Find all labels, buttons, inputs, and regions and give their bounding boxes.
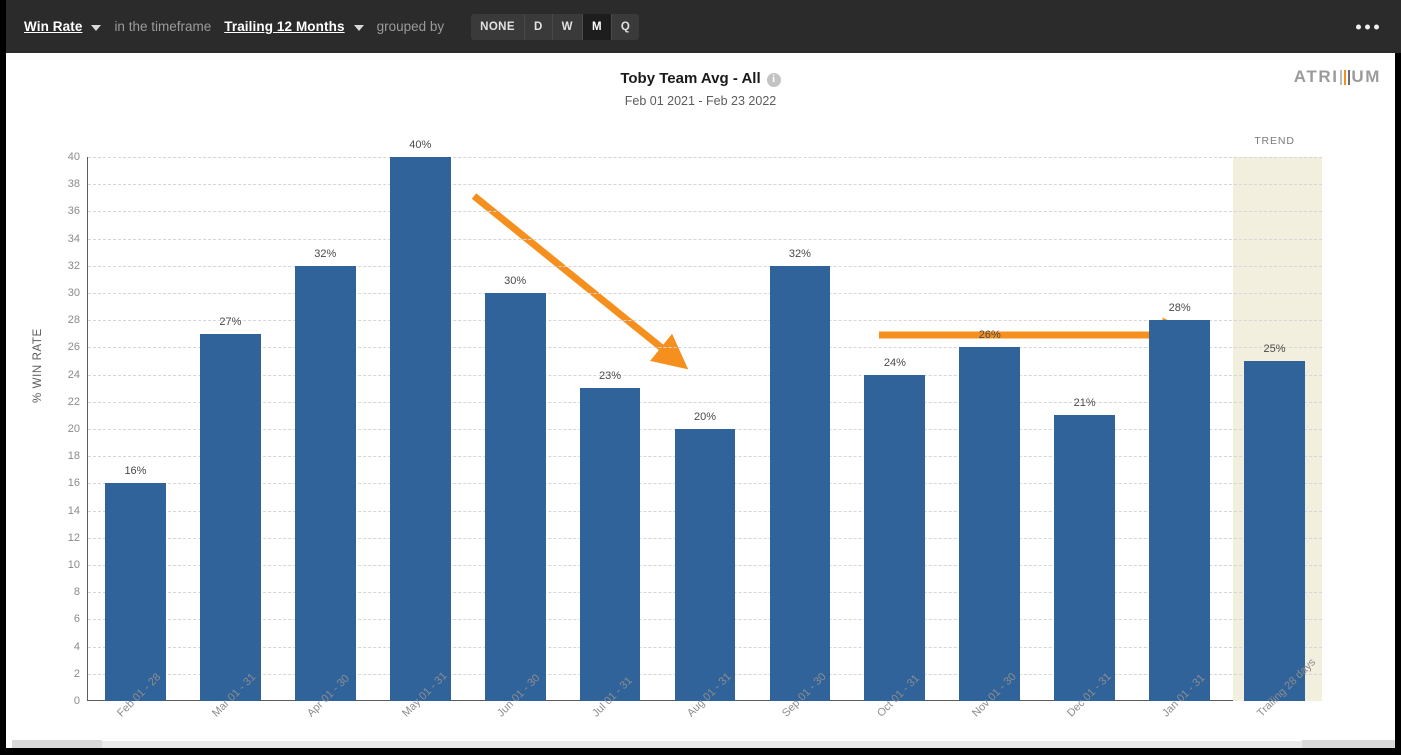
timeframe-dropdown-label[interactable]: Trailing 12 Months — [224, 19, 344, 34]
y-axis-tick-label: 38 — [67, 178, 80, 191]
logo-bars-icon — [1339, 69, 1351, 85]
chart-date-range: Feb 01 2021 - Feb 23 2022 — [624, 94, 777, 108]
group-by-segmented-control[interactable]: NONE D W M Q — [471, 13, 640, 40]
page-title: Toby Team Avg - All i — [6, 70, 1395, 87]
gridline — [88, 211, 1322, 213]
y-axis-tick-label: 36 — [67, 205, 80, 218]
y-axis-tick-label: 14 — [67, 504, 80, 517]
group-by-option-w[interactable]: W — [553, 13, 583, 40]
timeframe-chevron-down-icon[interactable] — [353, 24, 364, 31]
bar-value-label: 25% — [1263, 343, 1286, 355]
y-axis-tick-label: 32 — [67, 259, 80, 272]
query-toolbar: Win Rate in the timeframe Trailing 12 Mo… — [6, 0, 1401, 53]
bar[interactable] — [105, 483, 166, 701]
gridline — [88, 401, 1322, 403]
gridline — [88, 293, 1322, 294]
bar-value-label: 40% — [409, 139, 432, 151]
bar[interactable] — [864, 374, 926, 701]
bar[interactable] — [674, 429, 736, 701]
metric-dropdown-label[interactable]: Win Rate — [24, 19, 82, 34]
bar[interactable] — [389, 157, 451, 701]
y-axis-tick-label: 22 — [67, 395, 80, 408]
bar-value-label: 32% — [314, 247, 337, 260]
y-axis-tick-label: 6 — [73, 613, 80, 626]
timeframe-prefix-text: in the timeframe — [114, 19, 212, 34]
bar-value-label: 16% — [124, 465, 147, 478]
bar[interactable] — [294, 265, 356, 701]
bar[interactable] — [579, 388, 641, 701]
bar[interactable] — [959, 347, 1021, 701]
trend-region-label: TREND — [1254, 135, 1295, 147]
page-bottom-edge — [12, 740, 1395, 748]
gridline — [88, 374, 1322, 376]
bar-value-label: 30% — [504, 275, 527, 287]
group-by-option-d[interactable]: D — [525, 13, 553, 40]
group-by-option-m[interactable]: M — [582, 13, 612, 40]
y-axis-tick-label: 26 — [67, 341, 80, 354]
y-axis-tick-label: 20 — [67, 423, 80, 435]
bar-value-label: 26% — [978, 329, 1001, 342]
group-by-option-q[interactable]: Q — [612, 14, 639, 40]
y-axis-tick-label: 0 — [73, 695, 80, 707]
bar-value-label: 27% — [219, 315, 242, 328]
bar[interactable] — [200, 333, 261, 701]
gridline — [88, 265, 1322, 267]
bar[interactable] — [1054, 415, 1116, 701]
app-window: Win Rate in the timeframe Trailing 12 Mo… — [0, 0, 1401, 755]
grouped-by-text: grouped by — [376, 19, 445, 34]
bar-value-label: 32% — [788, 247, 811, 260]
gridline — [88, 238, 1322, 240]
y-axis-tick-label: 28 — [67, 314, 80, 327]
bar[interactable] — [1149, 320, 1210, 701]
y-axis-tick-label: 18 — [67, 450, 80, 463]
y-axis-title: % WIN RATE — [32, 328, 44, 403]
gridline — [88, 157, 1322, 158]
bar-value-label: 20% — [693, 411, 717, 423]
y-axis-tick-label: 10 — [67, 559, 80, 571]
overflow-menu-icon[interactable] — [1356, 24, 1379, 29]
gridline — [88, 184, 1322, 186]
y-axis-tick-label: 40 — [67, 151, 80, 163]
chart-title-text: Toby Team Avg - All — [620, 70, 761, 87]
bar[interactable] — [1244, 361, 1305, 701]
y-axis-tick-label: 16 — [67, 477, 80, 490]
atrium-logo: ATRI UM — [1294, 67, 1381, 87]
logo-text-left: ATRI — [1293, 67, 1339, 86]
bar-value-label: 24% — [883, 356, 906, 369]
gridline — [88, 320, 1322, 322]
y-axis-tick-label: 24 — [67, 368, 80, 381]
chart-panel: Toby Team Avg - All i Feb 01 2021 - Feb 2… — [6, 53, 1395, 748]
y-axis-tick-label: 30 — [67, 287, 80, 299]
bar[interactable] — [484, 293, 546, 701]
info-icon[interactable]: i — [766, 73, 781, 87]
group-by-option-none[interactable]: NONE — [471, 13, 525, 40]
y-axis-tick-label: 2 — [73, 667, 80, 680]
chart-plot-area: 0 2 4 6 8 10 12 14 16 18 20 22 24 26 28 30 32 34 36 38 40 16%… — [68, 135, 1322, 719]
y-axis-tick-label: 4 — [73, 640, 80, 653]
metric-chevron-down-icon[interactable] — [91, 24, 102, 31]
gridline — [88, 347, 1322, 349]
bar[interactable] — [769, 265, 831, 701]
bar-value-label: 21% — [1073, 397, 1096, 410]
logo-text-right: UM — [1351, 67, 1381, 86]
bar-value-label: 28% — [1168, 302, 1191, 315]
y-axis-tick-label: 12 — [67, 531, 80, 544]
y-axis-tick-label: 34 — [67, 232, 80, 245]
bar-value-label: 23% — [599, 370, 622, 383]
y-axis-tick-label: 8 — [73, 586, 80, 599]
